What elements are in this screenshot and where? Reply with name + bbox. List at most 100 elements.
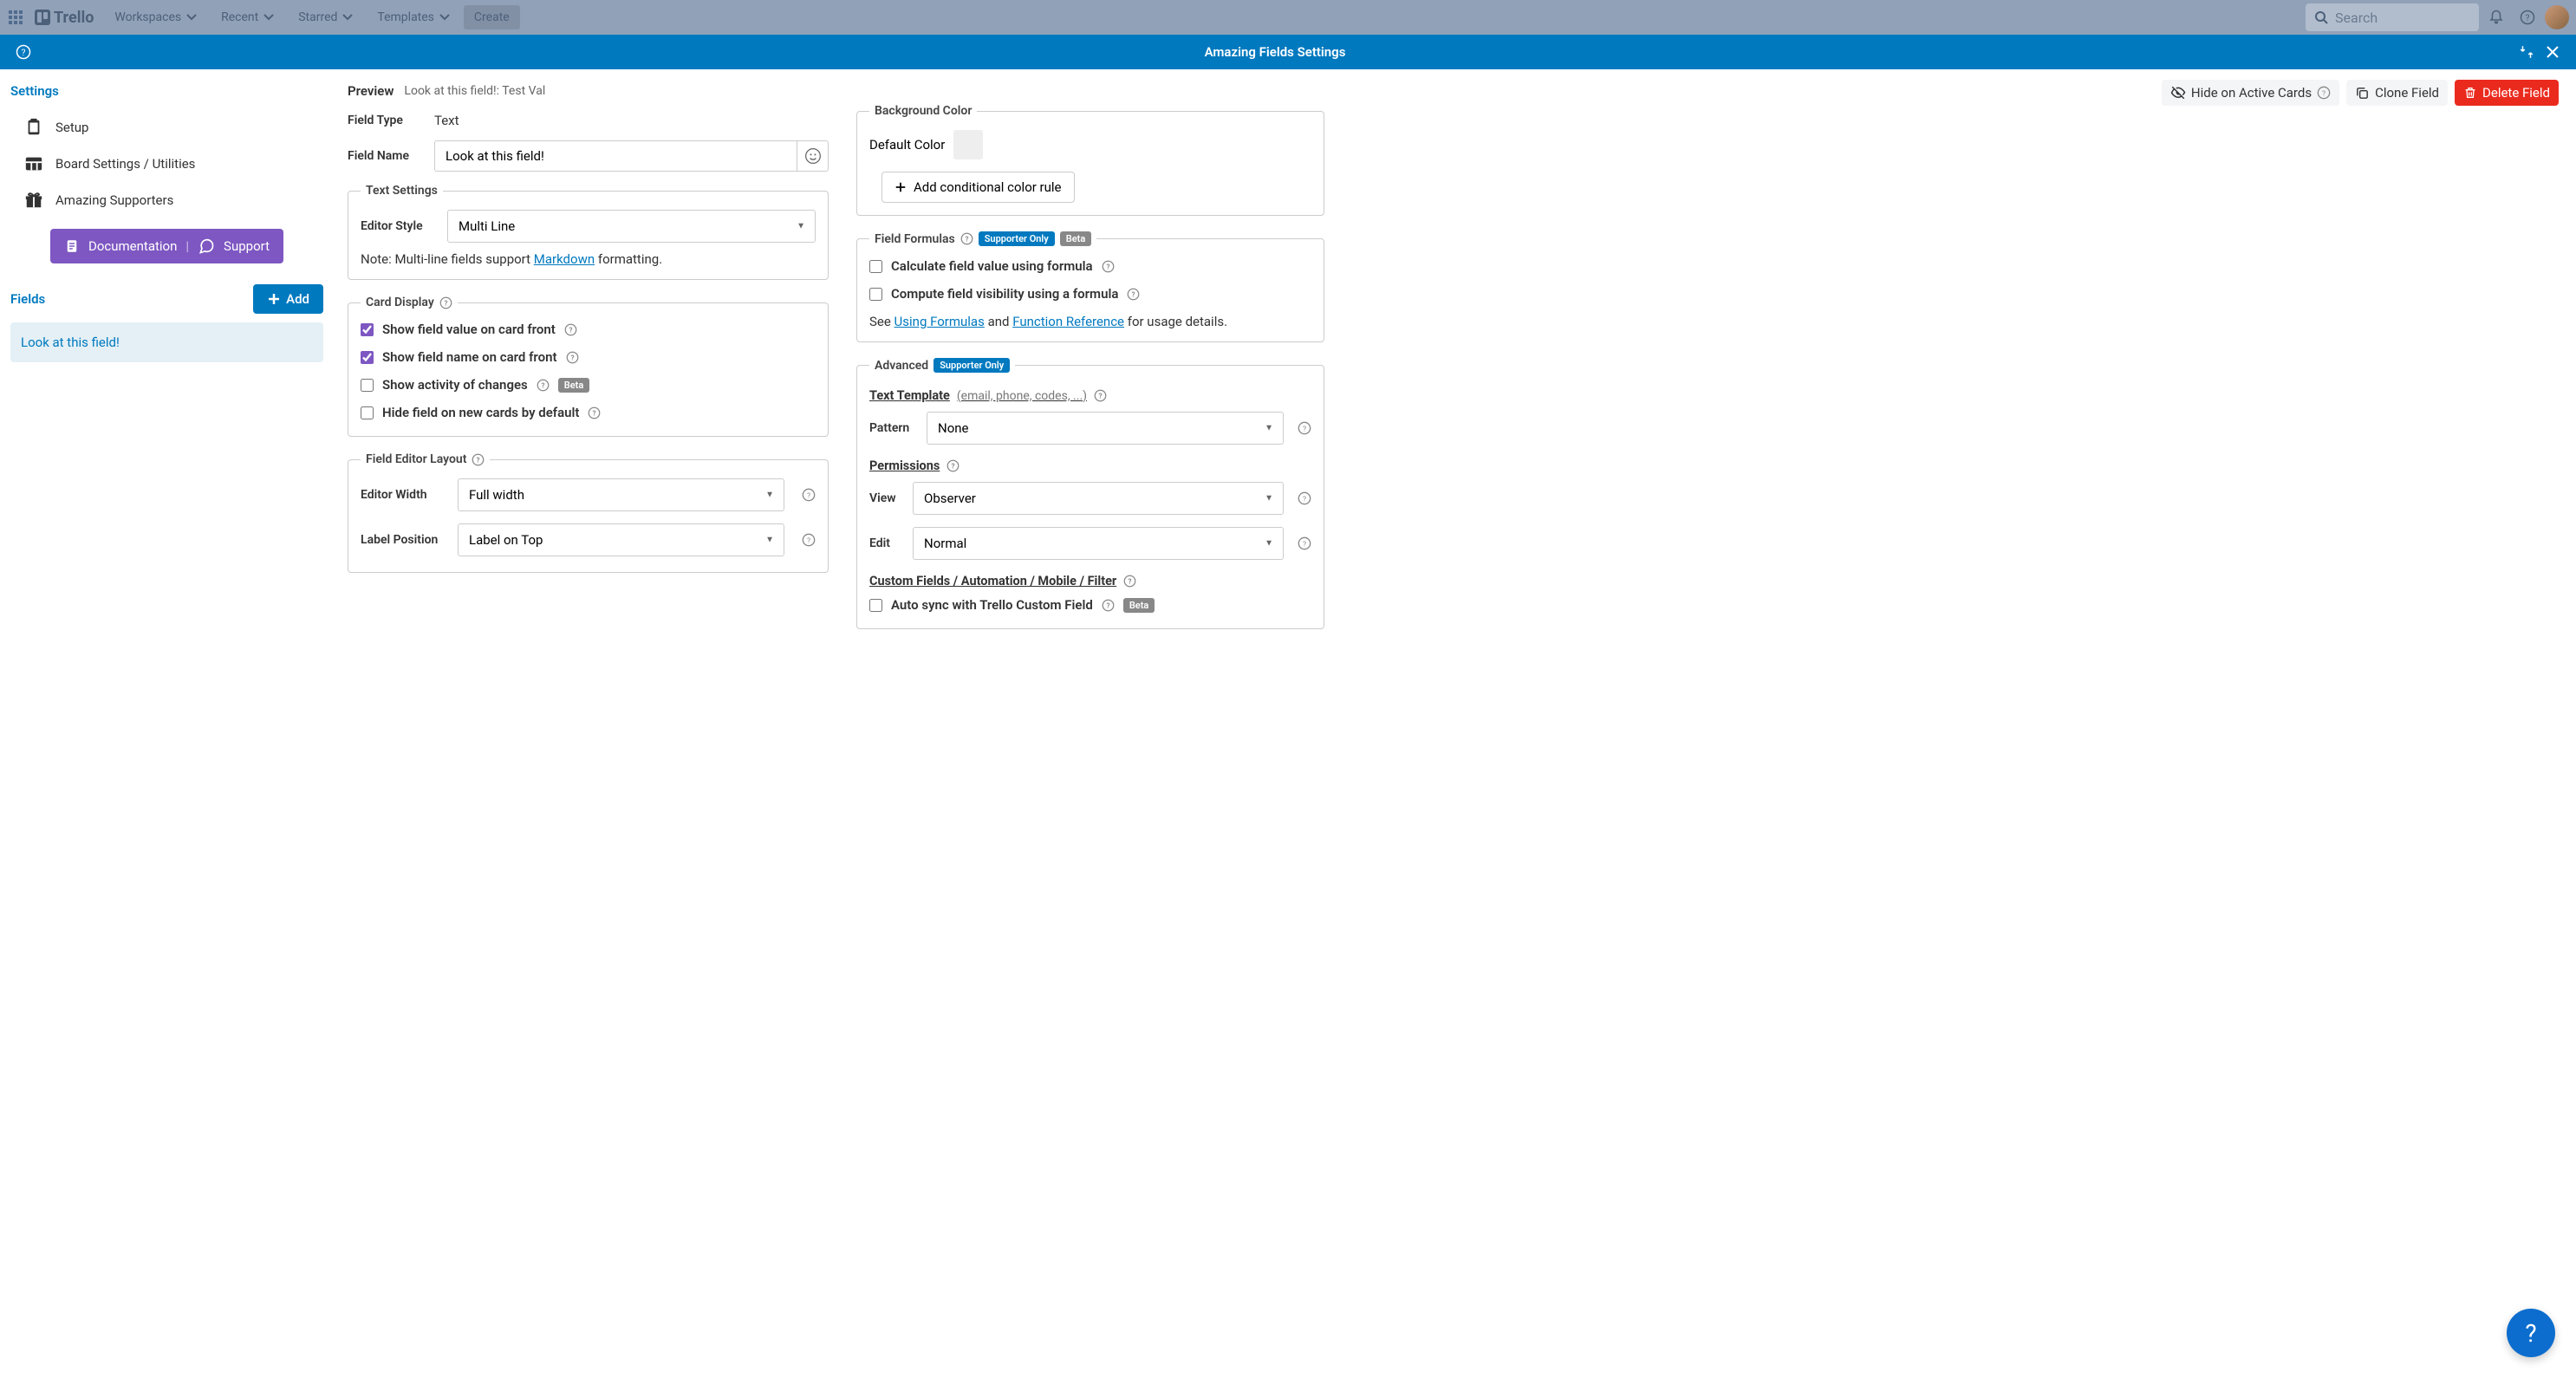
emoji-picker-button[interactable] (797, 140, 829, 172)
hide-button[interactable]: Hide on Active Cards ? (2162, 80, 2339, 106)
using-formulas-link[interactable]: Using Formulas (894, 314, 985, 329)
nav-templates-label: Templates (377, 10, 434, 24)
help-icon[interactable]: ? (588, 406, 601, 419)
help-fab[interactable]: ? (2507, 1309, 2555, 1357)
help-icon[interactable]: ? (802, 488, 816, 502)
collapse-icon[interactable] (2516, 42, 2537, 62)
supporter-badge: Supporter Only (933, 358, 1010, 373)
avatar[interactable] (2545, 5, 2569, 29)
help-icon[interactable]: ? (472, 453, 485, 466)
nav-create[interactable]: Create (464, 5, 520, 29)
editor-width-label: Editor Width (361, 488, 440, 502)
sidebar-item-setup[interactable]: Setup (10, 109, 323, 146)
beta-badge: Beta (1123, 598, 1155, 613)
sidebar-item-supporters[interactable]: Amazing Supporters (10, 182, 323, 218)
close-icon[interactable] (2542, 42, 2563, 62)
field-name-input[interactable] (434, 140, 797, 172)
help-icon[interactable]: ? (960, 232, 973, 245)
add-field-button[interactable]: Add (253, 284, 323, 314)
help-icon[interactable]: ? (1102, 599, 1115, 612)
svg-text:?: ? (593, 408, 596, 417)
sync-heading: Custom Fields / Automation / Mobile / Fi… (869, 574, 1311, 588)
advanced-fieldset: Advanced Supporter Only Text Template (e… (856, 358, 1324, 629)
help-icon[interactable]: ? (1298, 491, 1311, 505)
help-icon[interactable]: ? (946, 459, 959, 472)
trello-logo[interactable]: Trello (28, 9, 101, 27)
show-name-checkbox[interactable] (361, 351, 374, 364)
help-icon[interactable]: ? (1102, 260, 1115, 273)
help-icon[interactable]: ? (564, 323, 577, 336)
notifications-icon[interactable] (2482, 3, 2510, 31)
auto-sync-checkbox[interactable] (869, 599, 882, 612)
editor-style-select[interactable]: Multi Line (447, 210, 816, 243)
help-icon[interactable]: ? (1298, 421, 1311, 435)
add-label: Add (286, 291, 309, 307)
help-icon[interactable]: ? (802, 533, 816, 547)
nav-workspaces[interactable]: Workspaces (104, 5, 207, 29)
view-label: View (869, 491, 901, 505)
help-icon[interactable]: ? (1298, 536, 1311, 550)
field-list-item[interactable]: Look at this field! (10, 322, 323, 362)
help-icon[interactable]: ? (439, 296, 452, 309)
clone-button[interactable]: Clone Field (2346, 80, 2448, 106)
fields-header: Fields Add (10, 284, 323, 314)
editor-width-select[interactable]: Full width (458, 478, 784, 511)
default-color-label: Default Color (869, 137, 945, 153)
calc-value-checkbox[interactable] (869, 260, 882, 273)
doc-support-button[interactable]: Documentation | Support (50, 229, 283, 263)
sidebar-item-board[interactable]: Board Settings / Utilities (10, 146, 323, 182)
help-icon[interactable]: ? (537, 379, 550, 392)
text-template-sub: (email, phone, codes, ...) (957, 389, 1087, 403)
svg-text:?: ? (569, 325, 572, 334)
search-box[interactable]: Search (2306, 3, 2479, 31)
help-icon[interactable]: ? (1127, 288, 1140, 301)
delete-button[interactable]: Delete Field (2455, 80, 2559, 106)
function-reference-link[interactable]: Function Reference (1012, 314, 1124, 329)
show-name-label: Show field name on card front (382, 349, 557, 365)
markdown-link[interactable]: Markdown (534, 251, 595, 267)
pattern-select[interactable]: None (927, 412, 1284, 445)
view-select[interactable]: Observer (913, 482, 1284, 515)
sidebar-title: Settings (10, 80, 323, 102)
apps-grid-icon[interactable] (7, 9, 24, 26)
hide-default-label: Hide field on new cards by default (382, 405, 579, 420)
svg-text:?: ? (2322, 89, 2326, 98)
calc-visibility-checkbox[interactable] (869, 288, 882, 301)
svg-text:?: ? (2526, 12, 2530, 23)
svg-text:?: ? (1303, 495, 1306, 504)
help-icon[interactable]: ? (2317, 86, 2331, 100)
nav-starred[interactable]: Starred (288, 5, 363, 29)
field-name-label: Field Name (348, 149, 417, 163)
nav-recent[interactable]: Recent (211, 5, 284, 29)
help-icon[interactable]: ? (2514, 3, 2541, 31)
help-icon[interactable]: ? (1123, 575, 1136, 588)
pattern-row: Pattern None▼ ? (869, 412, 1311, 445)
hide-default-checkbox[interactable] (361, 406, 374, 419)
svg-text:?: ? (1303, 540, 1306, 549)
plus-icon (267, 292, 281, 306)
label-position-label: Label Position (361, 533, 440, 547)
svg-text:?: ? (1098, 392, 1102, 400)
show-activity-checkbox[interactable] (361, 379, 374, 392)
add-rule-button[interactable]: Add conditional color rule (881, 172, 1075, 203)
edit-select[interactable]: Normal (913, 527, 1284, 560)
show-activity-label: Show activity of changes (382, 377, 528, 393)
markdown-note: Note: Multi-line fields support Markdown… (361, 251, 816, 267)
nav-templates[interactable]: Templates (367, 5, 460, 29)
header-help-icon[interactable]: ? (13, 42, 34, 62)
main-container: Settings Setup Board Settings / Utilitie… (0, 69, 2576, 1378)
calc-value-row: Calculate field value using formula ? (869, 258, 1311, 274)
field-name-row: Field Name (348, 140, 829, 172)
nav-create-label: Create (474, 10, 510, 24)
header-bar: ? Amazing Fields Settings (0, 35, 2576, 69)
svg-text:?: ? (1303, 425, 1306, 433)
color-swatch[interactable] (953, 130, 983, 159)
preview-row: Preview Look at this field!: Test Val (348, 83, 829, 99)
help-icon[interactable]: ? (1094, 389, 1107, 402)
help-icon[interactable]: ? (566, 351, 579, 364)
label-position-select[interactable]: Label on Top (458, 523, 784, 556)
content-right: Background Color Default Color Add condi… (856, 104, 1324, 1364)
top-actions: Hide on Active Cards ? Clone Field Delet… (2162, 80, 2559, 106)
show-value-label: Show field value on card front (382, 322, 556, 337)
show-value-checkbox[interactable] (361, 323, 374, 336)
